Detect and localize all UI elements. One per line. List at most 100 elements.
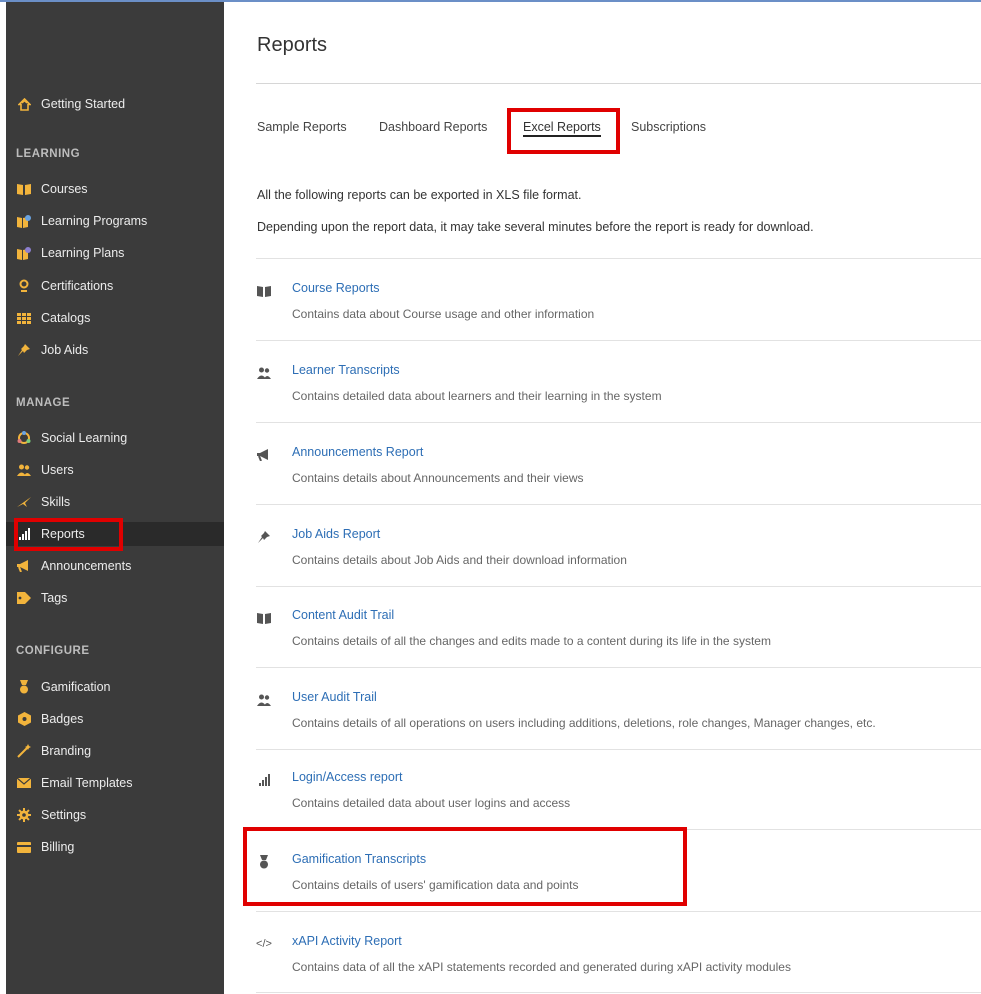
sidebar-item-label: Email Templates (41, 776, 133, 790)
book-icon (256, 284, 272, 298)
users-icon (256, 693, 272, 707)
report-item-user-audit-trail[interactable]: User Audit Trail Contains details of all… (256, 688, 981, 748)
billing-icon (17, 840, 31, 854)
divider (256, 422, 981, 423)
sidebar-item-label: Users (41, 463, 74, 477)
divider (256, 258, 981, 259)
sidebar-item-learning-programs[interactable]: Learning Programs (6, 209, 224, 233)
sidebar-item-getting-started[interactable]: Getting Started (6, 92, 224, 116)
report-description: Contains detailed data about user logins… (292, 796, 571, 810)
sidebar-item-label: Courses (41, 182, 88, 196)
sidebar: Getting Started LEARNING Courses Learnin… (6, 2, 224, 994)
sidebar-item-label: Reports (41, 527, 85, 541)
sidebar-item-certifications[interactable]: Certifications (6, 274, 224, 298)
report-description: Contains details of users' gamification … (292, 878, 579, 892)
pin-icon (17, 343, 31, 357)
sidebar-item-label: Job Aids (41, 343, 89, 357)
tab-subscriptions[interactable]: Subscriptions (631, 120, 706, 134)
sidebar-item-announcements[interactable]: Announcements (6, 554, 224, 578)
report-title[interactable]: User Audit Trail (292, 690, 377, 704)
section-heading-manage: MANAGE (16, 397, 71, 409)
book-icon (17, 182, 31, 196)
catalog-grid-icon (17, 311, 31, 325)
intro-text-2: Depending upon the report data, it may t… (257, 220, 814, 234)
sidebar-item-label: Getting Started (41, 97, 126, 111)
sidebar-item-label: Learning Programs (41, 214, 148, 228)
report-description: Contains details about Announcements and… (292, 471, 584, 485)
report-title[interactable]: Job Aids Report (292, 527, 380, 541)
sidebar-item-courses[interactable]: Courses (6, 177, 224, 201)
report-description: Contains details of all the changes and … (292, 634, 771, 648)
users-icon (256, 366, 272, 380)
report-item-xapi-activity-report[interactable]: </> xAPI Activity Report Contains data o… (256, 932, 981, 992)
sidebar-item-branding[interactable]: Branding (6, 739, 224, 763)
page-title: Reports (257, 34, 328, 56)
divider (256, 504, 981, 505)
sidebar-item-gamification[interactable]: Gamification (6, 675, 224, 699)
megaphone-icon (17, 559, 31, 573)
report-description: Contains data about Course usage and oth… (292, 307, 595, 321)
report-item-job-aids-report[interactable]: Job Aids Report Contains details about J… (256, 525, 981, 585)
sidebar-item-label: Social Learning (41, 431, 128, 445)
report-item-login-access-report[interactable]: Login/Access report Contains detailed da… (256, 768, 981, 828)
sidebar-item-label: Learning Plans (41, 246, 125, 260)
tab-sample-reports[interactable]: Sample Reports (257, 120, 347, 134)
sidebar-item-label: Tags (41, 591, 68, 605)
report-item-gamification-transcripts[interactable]: Gamification Transcripts Contains detail… (256, 850, 981, 910)
sidebar-item-skills[interactable]: Skills (6, 490, 224, 514)
sidebar-item-label: Announcements (41, 559, 132, 573)
section-heading-learning: LEARNING (16, 148, 81, 160)
medal-icon (17, 680, 31, 694)
report-title[interactable]: Announcements Report (292, 445, 423, 459)
sidebar-item-learning-plans[interactable]: Learning Plans (6, 241, 224, 265)
certificate-icon (17, 279, 31, 293)
report-item-announcements-report[interactable]: Announcements Report Contains details ab… (256, 443, 981, 503)
intro-text-1: All the following reports can be exporte… (257, 188, 582, 202)
section-heading-configure: CONFIGURE (16, 645, 90, 657)
learning-programs-icon (17, 214, 31, 228)
sidebar-item-users[interactable]: Users (6, 458, 224, 482)
report-title[interactable]: Content Audit Trail (292, 608, 394, 622)
medal-icon (256, 855, 272, 869)
report-title[interactable]: Gamification Transcripts (292, 852, 426, 866)
sidebar-item-billing[interactable]: Billing (6, 835, 224, 859)
sidebar-item-social-learning[interactable]: Social Learning (6, 426, 224, 450)
report-description: Contains details of all operations on us… (292, 716, 876, 730)
report-title[interactable]: Login/Access report (292, 770, 402, 784)
sidebar-item-catalogs[interactable]: Catalogs (6, 306, 224, 330)
sidebar-item-job-aids[interactable]: Job Aids (6, 338, 224, 362)
tab-dashboard-reports[interactable]: Dashboard Reports (379, 120, 487, 134)
report-title[interactable]: Learner Transcripts (292, 363, 400, 377)
report-item-learner-transcripts[interactable]: Learner Transcripts Contains detailed da… (256, 361, 981, 421)
sidebar-item-label: Gamification (41, 680, 111, 694)
email-icon (17, 776, 31, 790)
megaphone-icon (256, 448, 272, 462)
tab-excel-reports[interactable]: Excel Reports (523, 120, 601, 137)
report-item-content-audit-trail[interactable]: Content Audit Trail Contains details of … (256, 606, 981, 666)
sidebar-item-label: Billing (41, 840, 75, 854)
sidebar-item-badges[interactable]: Badges (6, 707, 224, 731)
pin-icon (256, 530, 272, 544)
divider (256, 829, 981, 830)
tag-icon (17, 591, 31, 605)
title-divider (256, 83, 981, 84)
sidebar-item-email-templates[interactable]: Email Templates (6, 771, 224, 795)
social-icon (17, 431, 31, 445)
learning-plans-icon (17, 246, 31, 260)
sidebar-item-settings[interactable]: Settings (6, 803, 224, 827)
sidebar-item-reports[interactable]: Reports (6, 522, 224, 546)
sidebar-item-tags[interactable]: Tags (6, 586, 224, 610)
report-title[interactable]: Course Reports (292, 281, 380, 295)
sidebar-item-label: Skills (41, 495, 71, 509)
bar-chart-icon (256, 773, 272, 787)
report-description: Contains detailed data about learners an… (292, 389, 662, 403)
divider (256, 667, 981, 668)
sidebar-item-label: Branding (41, 744, 92, 758)
divider (256, 586, 981, 587)
sidebar-item-label: Certifications (41, 279, 114, 293)
xapi-icon: </> (256, 938, 272, 950)
divider (256, 749, 981, 750)
report-item-course-reports[interactable]: Course Reports Contains data about Cours… (256, 279, 981, 339)
report-description: Contains data of all the xAPI statements… (292, 960, 791, 974)
report-title[interactable]: xAPI Activity Report (292, 934, 402, 948)
